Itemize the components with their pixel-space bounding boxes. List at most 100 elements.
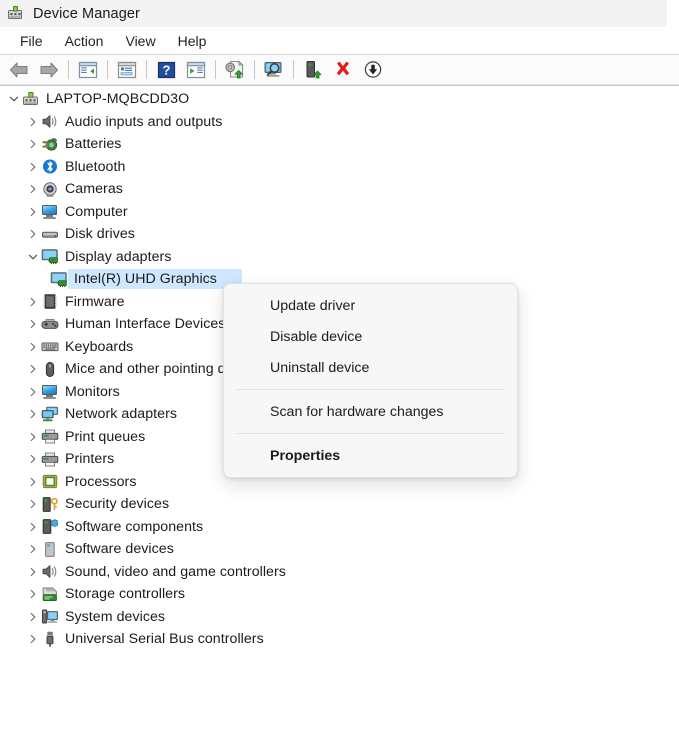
context-menu[interactable]: Update driver Disable device Uninstall d…: [223, 283, 518, 478]
tree-item-root[interactable]: LAPTOP-MQBCDD3O: [0, 88, 679, 111]
disk-drive-icon: [41, 226, 59, 243]
tree-item-bluetooth[interactable]: Bluetooth: [0, 156, 679, 179]
ctx-disable-device[interactable]: Disable device: [224, 321, 517, 352]
battery-plug-icon: [41, 136, 59, 153]
tree-item-disk-drives[interactable]: Disk drives: [0, 223, 679, 246]
storage-controller-icon: [41, 586, 59, 603]
chevron-right-icon[interactable]: [25, 294, 41, 310]
chevron-right-icon[interactable]: [25, 474, 41, 490]
tree-item-sound-video-and-game-controllers[interactable]: Sound, video and game controllers: [0, 561, 679, 584]
toolbar-divider: [293, 60, 294, 79]
show-hide-console-tree-button[interactable]: [75, 58, 101, 82]
device-manager-icon: [7, 5, 24, 22]
printer-icon: [41, 451, 59, 468]
chevron-right-icon[interactable]: [25, 226, 41, 242]
properties-button[interactable]: [114, 58, 140, 82]
ctx-update-driver[interactable]: Update driver: [224, 290, 517, 321]
ctx-properties[interactable]: Properties: [224, 440, 517, 471]
tree-item-storage-controllers[interactable]: Storage controllers: [0, 583, 679, 606]
toolbar: ?: [0, 55, 679, 84]
toolbar-bottom-border: [0, 84, 679, 86]
uninstall-device-button[interactable]: [330, 58, 356, 82]
chevron-right-icon[interactable]: [25, 159, 41, 175]
console-tree-icon: [78, 61, 98, 79]
bluetooth-icon: [41, 158, 59, 175]
toolbar-divider: [215, 60, 216, 79]
help-button[interactable]: ?: [153, 58, 179, 82]
svg-text:?: ?: [162, 62, 170, 77]
chevron-right-icon[interactable]: [25, 564, 41, 580]
chevron-right-icon[interactable]: [25, 406, 41, 422]
tree-item-label: Sound, video and game controllers: [65, 564, 286, 580]
tree-item-label: LAPTOP-MQBCDD3O: [46, 91, 189, 107]
tree-item-computer[interactable]: Computer: [0, 201, 679, 224]
display-adapter-icon: [50, 271, 68, 288]
tree-item-system-devices[interactable]: System devices: [0, 606, 679, 629]
chevron-right-icon[interactable]: [25, 114, 41, 130]
chevron-right-icon[interactable]: [25, 451, 41, 467]
chevron-right-icon[interactable]: [25, 541, 41, 557]
toolbar-divider: [107, 60, 108, 79]
tree-item-label: Processors: [65, 474, 136, 490]
tree-item-label: Display adapters: [65, 249, 171, 265]
security-key-icon: [41, 496, 59, 513]
chevron-right-icon[interactable]: [25, 181, 41, 197]
ctx-separator-1: [236, 389, 505, 390]
chevron-right-icon[interactable]: [25, 429, 41, 445]
chevron-right-icon[interactable]: [25, 586, 41, 602]
red-x-icon: [333, 60, 353, 79]
tree-item-label: Software components: [65, 519, 203, 535]
chevron-right-icon[interactable]: [25, 204, 41, 220]
tree-item-display-adapters[interactable]: Display adapters: [0, 246, 679, 269]
tree-item-cameras[interactable]: Cameras: [0, 178, 679, 201]
mouse-icon: [41, 361, 59, 378]
chevron-down-icon[interactable]: [6, 91, 22, 107]
tree-item-label: Printers: [65, 451, 114, 467]
tree-item-label: Firmware: [65, 294, 125, 310]
chevron-right-icon[interactable]: [25, 136, 41, 152]
chevron-right-icon[interactable]: [25, 316, 41, 332]
menu-file[interactable]: File: [9, 30, 54, 52]
tree-item-software-components[interactable]: Software components: [0, 516, 679, 539]
gamepad-icon: [41, 316, 59, 333]
chevron-right-icon[interactable]: [25, 384, 41, 400]
tree-item-security-devices[interactable]: Security devices: [0, 493, 679, 516]
help-question-icon: ?: [157, 61, 176, 79]
tree-item-universal-serial-bus-controllers[interactable]: Universal Serial Bus controllers: [0, 628, 679, 651]
chevron-right-icon[interactable]: [25, 496, 41, 512]
chevron-down-icon[interactable]: [25, 249, 41, 265]
menu-action[interactable]: Action: [54, 30, 115, 52]
ctx-scan-hardware-changes[interactable]: Scan for hardware changes: [224, 396, 517, 427]
tree-item-label: Intel(R) UHD Graphics: [74, 271, 217, 287]
chevron-right-icon[interactable]: [25, 631, 41, 647]
enable-device-button[interactable]: [300, 58, 326, 82]
chevron-right-icon[interactable]: [25, 519, 41, 535]
title-bar: Device Manager: [0, 0, 667, 27]
computer-device-icon: [22, 91, 40, 108]
menu-view[interactable]: View: [114, 30, 166, 52]
tree-item-batteries[interactable]: Batteries: [0, 133, 679, 156]
chevron-right-icon[interactable]: [25, 609, 41, 625]
firmware-chip-icon: [41, 293, 59, 310]
menu-help[interactable]: Help: [167, 30, 218, 52]
tree-item-label: System devices: [65, 609, 165, 625]
action-button[interactable]: [183, 58, 209, 82]
chevron-right-icon[interactable]: [25, 339, 41, 355]
properties-window-icon: [117, 61, 137, 79]
tree-item-label: Print queues: [65, 429, 145, 445]
tree-item-software-devices[interactable]: Software devices: [0, 538, 679, 561]
disable-device-button[interactable]: [360, 58, 386, 82]
ctx-uninstall-device[interactable]: Uninstall device: [224, 352, 517, 383]
back-button[interactable]: [6, 58, 32, 82]
printer-icon: [41, 428, 59, 445]
toolbar-divider: [146, 60, 147, 79]
forward-button[interactable]: [36, 58, 62, 82]
usb-icon: [41, 631, 59, 648]
toolbar-divider: [254, 60, 255, 79]
keyboard-icon: [41, 338, 59, 355]
tree-item-audio-inputs-and-outputs[interactable]: Audio inputs and outputs: [0, 111, 679, 134]
software-device-icon: [41, 541, 59, 558]
chevron-right-icon[interactable]: [25, 361, 41, 377]
update-driver-button[interactable]: [222, 58, 248, 82]
scan-hardware-changes-button[interactable]: [261, 58, 287, 82]
